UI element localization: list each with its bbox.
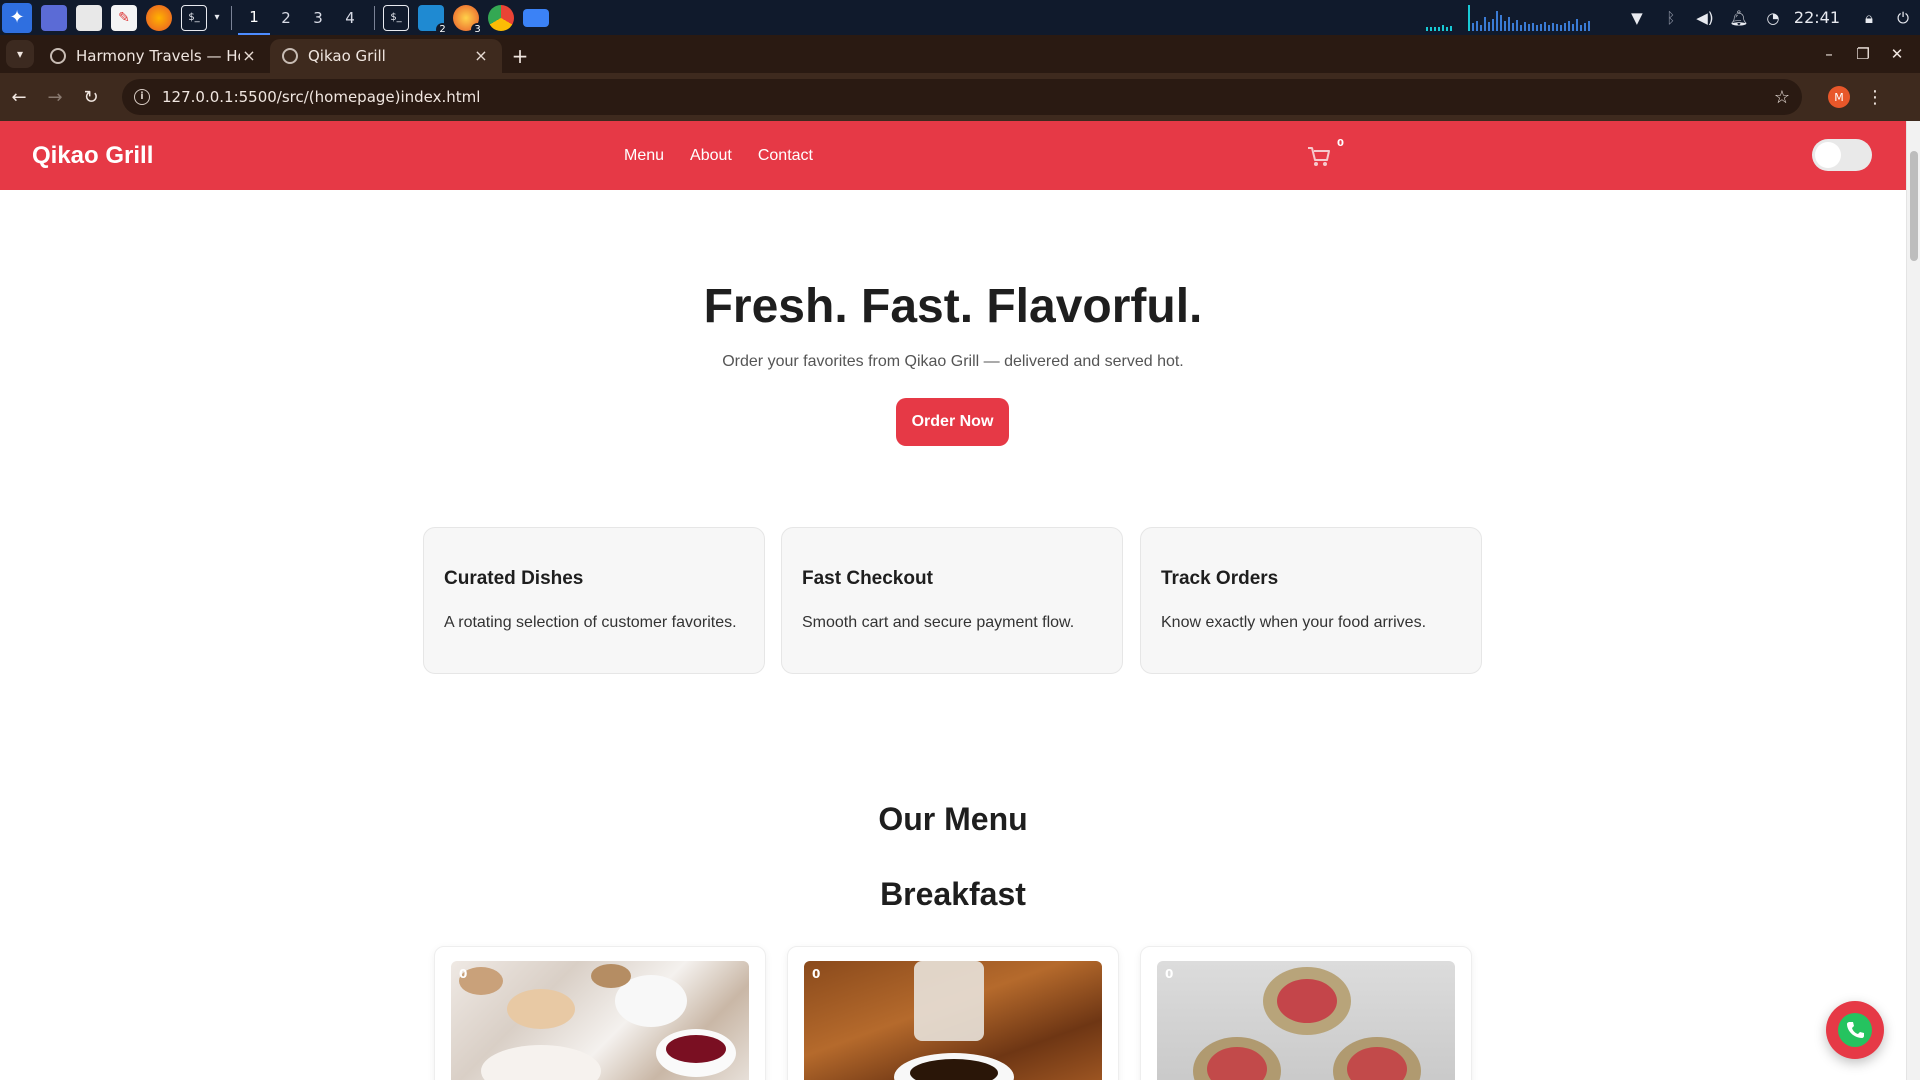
page-scrollbar[interactable] xyxy=(1906,121,1920,1080)
close-icon[interactable]: × xyxy=(240,47,258,65)
page-viewport: Qikao Grill Menu About Contact 0 Fresh. … xyxy=(0,121,1920,1080)
globe-icon xyxy=(50,48,66,64)
volume-icon[interactable]: ◀) xyxy=(1695,8,1715,28)
clock-icon: ◔ xyxy=(1766,8,1780,27)
kebab-menu-icon[interactable]: ⋮ xyxy=(1866,87,1884,108)
coffee-illustration xyxy=(894,961,1014,1080)
category-heading: Breakfast xyxy=(880,876,1026,912)
browser-toolbar: ← → ↻ i 127.0.0.1:5500/src/(homepage)ind… xyxy=(0,73,1920,121)
close-window-icon[interactable]: ✕ xyxy=(1880,45,1914,63)
bluetooth-icon[interactable]: ᛒ xyxy=(1661,8,1681,28)
brand-logo[interactable]: Qikao Grill xyxy=(32,142,153,170)
tea-set-illustration xyxy=(459,964,736,1080)
tab-search-button[interactable]: ▾ xyxy=(6,40,34,68)
window-count-badge: 3 xyxy=(471,22,484,36)
feature-title: Fast Checkout xyxy=(802,568,933,589)
feature-title: Curated Dishes xyxy=(444,568,584,589)
chevron-down-icon[interactable]: ▾ xyxy=(211,5,223,31)
wifi-icon[interactable]: ▼ xyxy=(1627,8,1647,28)
feature-text: Smooth cart and secure payment flow. xyxy=(802,614,1075,631)
workspace-2[interactable]: 2 xyxy=(270,0,302,35)
cart-count-badge: 0 xyxy=(1332,135,1349,152)
window-switcher-icon[interactable] xyxy=(41,4,67,31)
taskbar-divider xyxy=(231,5,232,30)
order-now-button[interactable]: Order Now xyxy=(896,398,1009,446)
nav-link-about[interactable]: About xyxy=(690,147,732,165)
workspace-1[interactable]: 1 xyxy=(238,0,270,35)
restore-icon[interactable]: ❐ xyxy=(1846,45,1880,63)
firefox-dev-icon[interactable]: 3 xyxy=(453,4,484,36)
tab-qikao-grill[interactable]: Qikao Grill × xyxy=(270,39,502,73)
menu-heading: Our Menu xyxy=(878,801,1028,837)
globe-icon xyxy=(282,48,298,64)
address-bar[interactable]: i 127.0.0.1:5500/src/(homepage)index.htm… xyxy=(122,79,1802,115)
chrome-icon[interactable] xyxy=(488,4,514,31)
star-icon[interactable]: ☆ xyxy=(1774,87,1790,108)
menu-item-image[interactable]: 0 xyxy=(1157,961,1455,1080)
power-icon[interactable]: ⏻ xyxy=(1893,8,1913,28)
profile-avatar[interactable]: M xyxy=(1828,86,1850,108)
lock-icon[interactable]: 🔒︎ xyxy=(1859,8,1879,28)
url-text[interactable]: 127.0.0.1:5500/src/(homepage)index.html xyxy=(162,88,1774,106)
quantity-badge: 0 xyxy=(459,967,468,981)
clock-time[interactable]: 22:41 xyxy=(1794,8,1840,27)
menu-item-card[interactable]: 0 xyxy=(434,946,766,1080)
window-count-badge: 2 xyxy=(436,22,449,36)
nav-link-contact[interactable]: Contact xyxy=(758,147,813,165)
workspace-3[interactable]: 3 xyxy=(302,0,334,35)
call-button[interactable] xyxy=(1826,1001,1884,1059)
close-icon[interactable]: × xyxy=(472,47,490,65)
terminal-window-icon[interactable]: $_ xyxy=(383,4,409,31)
feature-text: A rotating selection of customer favorit… xyxy=(444,614,737,631)
hero-title: Fresh. Fast. Flavorful. xyxy=(703,280,1203,333)
feature-card: Fast Checkout Smooth cart and secure pay… xyxy=(781,527,1123,674)
network-activity-graph xyxy=(1425,4,1590,31)
back-arrow-icon[interactable]: ← xyxy=(2,80,36,114)
menu-item-card[interactable]: 0 xyxy=(787,946,1119,1080)
forward-arrow-icon[interactable]: → xyxy=(38,80,72,114)
browser-tab-strip: ▾ Harmony Travels — Hom × Qikao Grill × … xyxy=(0,35,1920,73)
cart-icon[interactable] xyxy=(1306,143,1332,169)
scrollbar-thumb[interactable] xyxy=(1910,151,1918,261)
quantity-badge: 0 xyxy=(1165,967,1174,981)
notification-bell-icon[interactable]: 🔔︎ xyxy=(1729,8,1749,28)
feature-card: Curated Dishes A rotating selection of c… xyxy=(423,527,765,674)
file-manager-icon[interactable] xyxy=(76,4,102,31)
site-header: Qikao Grill Menu About Contact 0 xyxy=(0,121,1906,190)
vscode-icon[interactable]: 2 xyxy=(418,4,449,36)
minimize-icon[interactable]: – xyxy=(1812,45,1846,63)
os-taskbar: ✦ ✎ $_ ▾ 1 2 3 4 $_ 2 3 ▼ ᛒ ◀) 🔔︎ ◔ 22:4… xyxy=(0,0,1920,36)
quantity-badge: 0 xyxy=(812,967,821,981)
wraps-illustration xyxy=(1193,967,1421,1080)
new-tab-button[interactable]: + xyxy=(506,39,534,73)
nav-link-menu[interactable]: Menu xyxy=(624,147,664,165)
site-nav-links: Menu About Contact xyxy=(624,147,839,165)
reload-icon[interactable]: ↻ xyxy=(74,80,108,114)
info-icon[interactable]: i xyxy=(134,89,150,105)
menu-item-card[interactable]: 0 xyxy=(1140,946,1472,1080)
menu-item-image[interactable]: 0 xyxy=(804,961,1102,1080)
phone-icon xyxy=(1838,1013,1872,1047)
text-editor-icon[interactable]: ✎ xyxy=(111,4,137,31)
firefox-icon[interactable] xyxy=(146,4,172,31)
folder-icon[interactable] xyxy=(523,8,549,27)
taskbar-divider xyxy=(374,5,375,30)
feature-text: Know exactly when your food arrives. xyxy=(1161,614,1427,631)
tab-title: Harmony Travels — Hom xyxy=(76,47,240,65)
toggle-knob xyxy=(1815,142,1841,168)
menu-item-image[interactable]: 0 xyxy=(451,961,749,1080)
tab-harmony-travels[interactable]: Harmony Travels — Hom × xyxy=(38,39,270,73)
app-launcher-icon[interactable]: ✦ xyxy=(2,2,32,33)
feature-title: Track Orders xyxy=(1161,568,1279,589)
workspace-4[interactable]: 4 xyxy=(334,0,366,35)
tab-title: Qikao Grill xyxy=(308,47,386,65)
terminal-icon[interactable]: $_ xyxy=(181,4,207,31)
feature-card: Track Orders Know exactly when your food… xyxy=(1140,527,1482,674)
theme-toggle[interactable] xyxy=(1812,139,1872,171)
hero-subtitle: Order your favorites from Qikao Grill — … xyxy=(722,353,1184,370)
